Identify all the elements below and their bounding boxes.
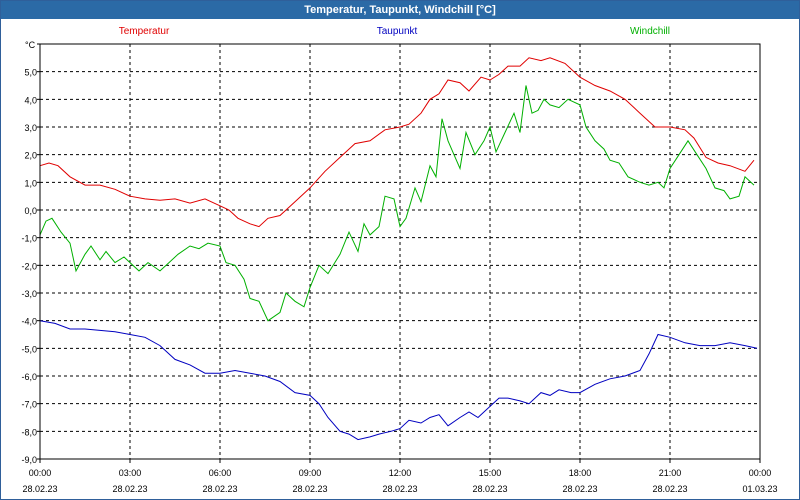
x-tick-time: 00:00	[29, 468, 52, 478]
x-tick-time: 09:00	[299, 468, 322, 478]
x-tick-time: 15:00	[479, 468, 502, 478]
x-tick-time: 12:00	[389, 468, 412, 478]
y-tick-label: -5,0	[21, 344, 37, 354]
x-tick-time: 00:00	[749, 468, 772, 478]
x-tick-time: 03:00	[119, 468, 142, 478]
y-tick-label: -3,0	[21, 289, 37, 299]
y-tick-label: 0,0	[24, 206, 37, 216]
series-line-temperatur	[39, 57, 755, 228]
legend-temperatur: Temperatur	[119, 26, 170, 37]
y-axis-unit: °C	[25, 40, 36, 50]
series-line-taupunkt	[39, 320, 758, 441]
y-tick-label: -7,0	[21, 400, 37, 410]
x-tick-date: 28.02.23	[202, 484, 237, 494]
x-tick-time: 21:00	[659, 468, 682, 478]
x-tick-date: 28.02.23	[562, 484, 597, 494]
x-tick-date: 28.02.23	[292, 484, 327, 494]
x-tick-time: 18:00	[569, 468, 592, 478]
y-tick-label: 1,0	[24, 178, 37, 188]
legend-taupunkt: Taupunkt	[377, 26, 418, 37]
x-tick-date: 01.03.23	[742, 484, 777, 494]
x-tick-date: 28.02.23	[22, 484, 57, 494]
y-tick-label: -9,0	[21, 455, 37, 465]
y-tick-label: 4,0	[24, 95, 37, 105]
series-line-windchill	[39, 85, 755, 322]
chart-svg: 5,0 4,0 3,0 2,0 1,0 0,0 -1,0 -2,0 -3,0 -4,0 -5,0 -6…	[21, 26, 777, 494]
x-tick-time: 06:00	[209, 468, 232, 478]
x-tick-date: 28.02.23	[472, 484, 507, 494]
y-tick-label: -1,0	[21, 234, 37, 244]
x-tick-date: 28.02.23	[652, 484, 687, 494]
y-tick-label: -8,0	[21, 427, 37, 437]
y-tick-label: -2,0	[21, 261, 37, 271]
y-tick-label: 3,0	[24, 123, 37, 133]
y-tick-label: -6,0	[21, 372, 37, 382]
y-tick-label: 5,0	[24, 68, 37, 78]
y-tick-label: 2,0	[24, 151, 37, 161]
x-tick-date: 28.02.23	[112, 484, 147, 494]
y-tick-label: -4,0	[21, 317, 37, 327]
legend-windchill: Windchill	[630, 26, 670, 37]
x-tick-date: 28.02.23	[382, 484, 417, 494]
